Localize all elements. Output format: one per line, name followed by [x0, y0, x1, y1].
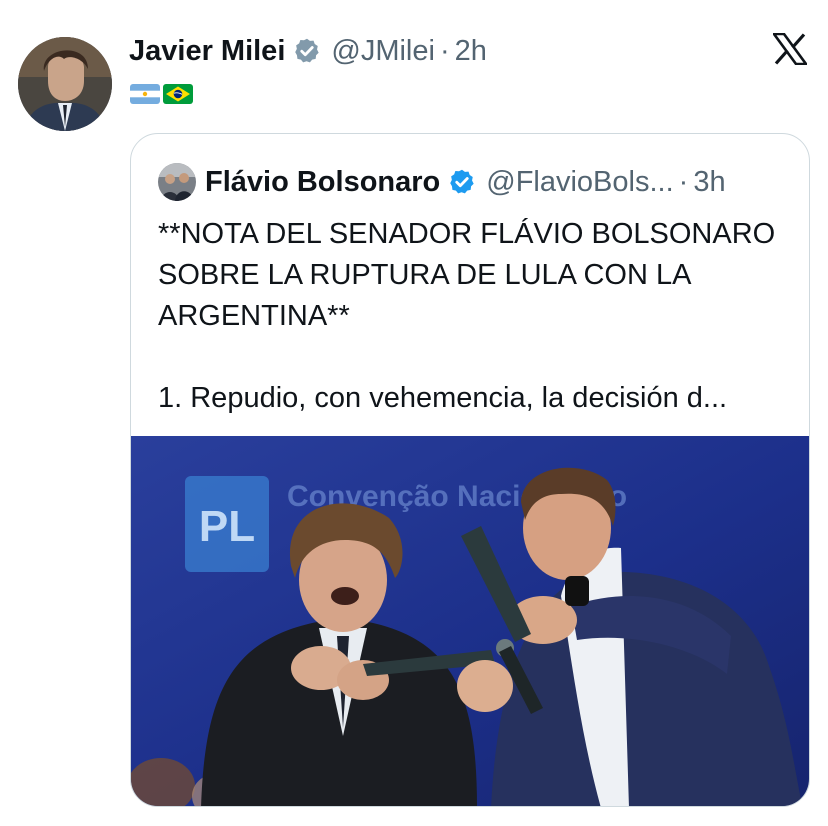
quoted-tweet-timestamp[interactable]: 3h [693, 162, 725, 202]
quoted-tweet-text: **NOTA DEL SENADOR FLÁVIO BOLSONARO SOBR… [158, 214, 788, 419]
tweet-flags [130, 84, 193, 104]
author-name[interactable]: Javier Milei [129, 30, 285, 72]
argentina-flag-icon [130, 84, 160, 104]
quoted-tweet-photo[interactable]: PL Convenção Nacional do [131, 436, 809, 806]
verified-badge-icon [293, 37, 321, 65]
author-handle[interactable]: @JMilei [331, 30, 435, 72]
pl-logo-text: PL [199, 502, 255, 551]
quoted-verified-badge-icon [448, 168, 476, 196]
tweet-header: Javier Milei @JMilei · 2h [129, 30, 487, 72]
quoted-author-name[interactable]: Flávio Bolsonaro [205, 162, 440, 202]
quoted-tweet-card[interactable]: Flávio Bolsonaro @FlavioBols... · 3h **N… [130, 133, 810, 807]
tweet-timestamp[interactable]: 2h [455, 30, 487, 72]
quoted-separator-dot: · [678, 166, 689, 198]
brazil-flag-icon [163, 84, 193, 104]
quoted-tweet-paragraph-1: **NOTA DEL SENADOR FLÁVIO BOLSONARO SOBR… [158, 218, 776, 332]
quoted-author-handle[interactable]: @FlavioBols... [486, 162, 673, 202]
x-logo-icon[interactable] [771, 32, 809, 70]
quoted-author-avatar[interactable] [158, 163, 196, 201]
separator-dot: · [439, 35, 450, 67]
quoted-tweet-paragraph-2: 1. Repudio, con vehemencia, la decisión … [158, 382, 728, 414]
author-avatar-image [18, 37, 112, 131]
author-avatar[interactable] [18, 37, 112, 131]
quoted-tweet-header: Flávio Bolsonaro @FlavioBols... · 3h [158, 162, 726, 202]
photo-scene: PL Convenção Nacional do [131, 436, 809, 806]
